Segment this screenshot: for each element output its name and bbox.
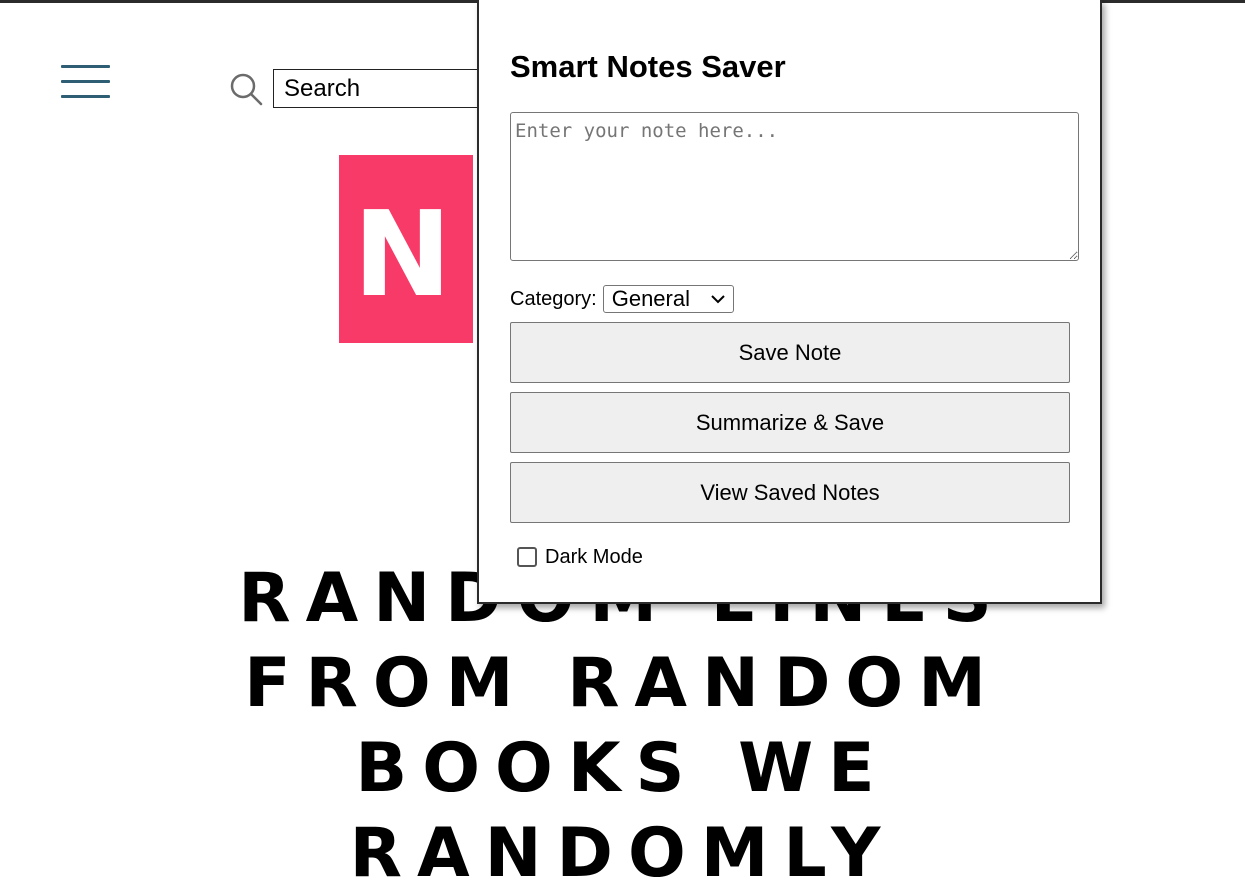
popup-title: Smart Notes Saver [510, 49, 786, 84]
site-logo[interactable]: N [339, 155, 473, 343]
dark-mode-checkbox[interactable] [517, 547, 537, 567]
page-headline: Random lines from random books we random… [238, 559, 1001, 893]
note-textarea[interactable] [510, 112, 1079, 261]
hamburger-menu-icon[interactable] [61, 64, 111, 100]
menu-line [61, 95, 110, 98]
menu-line [61, 65, 110, 68]
smart-notes-popup: Smart Notes Saver Category: General Save… [477, 0, 1102, 604]
menu-line [61, 80, 110, 83]
category-value: General [611, 286, 690, 311]
dark-mode-label: Dark Mode [545, 545, 643, 568]
chevron-down-icon [711, 295, 725, 304]
view-saved-notes-button[interactable]: View Saved Notes [510, 462, 1070, 523]
dark-mode-row: Dark Mode [517, 545, 643, 569]
search-icon[interactable] [229, 72, 263, 106]
category-select[interactable]: General [602, 285, 734, 313]
logo-letter: N [353, 185, 452, 323]
category-row: Category: General [510, 284, 734, 314]
summarize-save-button[interactable]: Summarize & Save [510, 392, 1070, 453]
category-label: Category: [510, 287, 597, 310]
save-note-button[interactable]: Save Note [510, 322, 1070, 383]
